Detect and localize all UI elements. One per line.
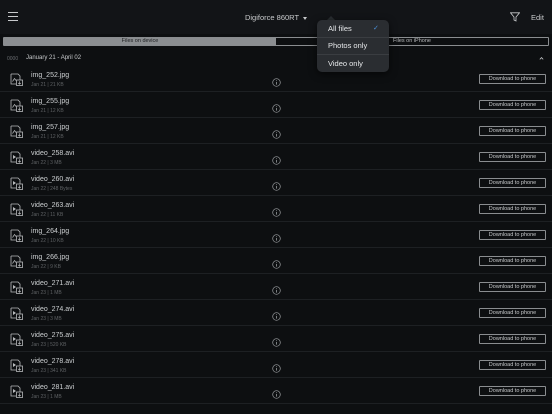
caret-down-icon bbox=[303, 16, 308, 20]
info-icon[interactable] bbox=[272, 178, 281, 191]
file-row[interactable]: video_275.avi Jan 23 | 520 KB Download to … bbox=[0, 326, 552, 352]
file-meta: Jan 22 | 9 KB bbox=[31, 264, 61, 270]
download-to-phone-button[interactable]: Download to phone bbox=[479, 360, 546, 370]
checkmark-icon: ✓ bbox=[373, 25, 379, 32]
info-icon[interactable] bbox=[272, 282, 281, 295]
download-to-phone-button[interactable]: Download to phone bbox=[479, 386, 546, 396]
download-to-phone-button[interactable]: Download to phone bbox=[479, 334, 546, 344]
file-name: video_258.avi bbox=[31, 150, 75, 157]
date-section-header[interactable]: 0000 January 21 - April 02 bbox=[0, 52, 552, 66]
filter-option-photos-only[interactable]: Photos only bbox=[328, 41, 367, 50]
file-list: img_252.jpg Jan 21 | 21 KB Download to pho… bbox=[0, 66, 552, 404]
info-icon[interactable] bbox=[272, 334, 281, 347]
download-to-phone-button[interactable]: Download to phone bbox=[479, 204, 546, 214]
file-name: video_274.avi bbox=[31, 306, 75, 313]
photo-file-icon bbox=[10, 124, 24, 138]
info-icon[interactable] bbox=[272, 308, 281, 321]
file-row[interactable]: video_263.avi Jan 22 | 11 KB Download to p… bbox=[0, 196, 552, 222]
download-to-phone-button[interactable]: Download to phone bbox=[479, 308, 546, 318]
file-meta: Jan 23 | 341 KB bbox=[31, 368, 67, 374]
info-icon[interactable] bbox=[272, 360, 281, 373]
file-meta: Jan 23 | 520 KB bbox=[31, 342, 67, 348]
file-row[interactable]: img_264.jpg Jan 22 | 10 KB Download to pho… bbox=[0, 222, 552, 248]
file-row[interactable]: img_255.jpg Jan 21 | 12 KB Download to pho… bbox=[0, 92, 552, 118]
filter-option-video-only[interactable]: Video only bbox=[328, 59, 363, 68]
divider bbox=[317, 54, 389, 55]
file-row[interactable]: video_278.avi Jan 23 | 341 KB Download to … bbox=[0, 352, 552, 378]
file-meta: Jan 21 | 12 KB bbox=[31, 108, 64, 114]
file-meta: Jan 21 | 12 KB bbox=[31, 134, 64, 140]
file-meta: Jan 22 | 248 Bytes bbox=[31, 186, 73, 192]
edit-button[interactable]: Edit bbox=[531, 13, 544, 22]
file-name: video_275.avi bbox=[31, 332, 75, 339]
device-selector[interactable]: Digiforce 860RT bbox=[0, 13, 552, 22]
file-meta: Jan 21 | 21 KB bbox=[31, 82, 64, 88]
video-file-icon bbox=[10, 280, 24, 294]
photo-file-icon bbox=[10, 254, 24, 268]
file-name: video_260.avi bbox=[31, 176, 75, 183]
download-to-phone-button[interactable]: Download to phone bbox=[479, 126, 546, 136]
file-row[interactable]: video_281.avi Jan 23 | 1 MB Download to ph… bbox=[0, 378, 552, 404]
file-meta: Jan 22 | 10 KB bbox=[31, 238, 64, 244]
download-to-phone-button[interactable]: Download to phone bbox=[479, 152, 546, 162]
divider bbox=[317, 37, 389, 38]
file-row[interactable]: img_257.jpg Jan 21 | 12 KB Download to pho… bbox=[0, 118, 552, 144]
file-row[interactable]: img_252.jpg Jan 21 | 21 KB Download to pho… bbox=[0, 66, 552, 92]
file-meta: Jan 23 | 1 MB bbox=[31, 394, 62, 400]
file-name: img_264.jpg bbox=[31, 228, 70, 235]
download-to-phone-button[interactable]: Download to phone bbox=[479, 282, 546, 292]
file-name: img_257.jpg bbox=[31, 124, 70, 131]
device-name: Digiforce 860RT bbox=[244, 13, 300, 22]
video-file-icon bbox=[10, 358, 24, 372]
file-name: img_252.jpg bbox=[31, 72, 70, 79]
file-meta: Jan 23 | 1 MB bbox=[31, 290, 62, 296]
info-icon[interactable] bbox=[272, 152, 281, 165]
filter-icon[interactable] bbox=[510, 12, 520, 22]
file-row[interactable]: video_271.avi Jan 23 | 1 MB Download to ph… bbox=[0, 274, 552, 300]
file-name: video_281.avi bbox=[31, 384, 75, 391]
file-name: video_278.avi bbox=[31, 358, 75, 365]
video-file-icon bbox=[10, 306, 24, 320]
photo-file-icon bbox=[10, 228, 24, 242]
filter-dropdown: All files ✓ Photos only Video only bbox=[317, 20, 389, 72]
video-file-icon bbox=[10, 384, 24, 398]
info-icon[interactable] bbox=[272, 204, 281, 217]
file-name: video_263.avi bbox=[31, 202, 75, 209]
tab-files-on-device[interactable]: Files on device bbox=[4, 38, 276, 45]
download-to-phone-button[interactable]: Download to phone bbox=[479, 178, 546, 188]
file-name: img_255.jpg bbox=[31, 98, 70, 105]
info-icon[interactable] bbox=[272, 100, 281, 113]
info-icon[interactable] bbox=[272, 74, 281, 87]
file-meta: Jan 22 | 3 MB bbox=[31, 160, 62, 166]
chevron-up-icon[interactable] bbox=[539, 56, 544, 61]
download-to-phone-button[interactable]: Download to phone bbox=[479, 256, 546, 266]
photo-file-icon bbox=[10, 72, 24, 86]
info-icon[interactable] bbox=[272, 256, 281, 269]
info-icon[interactable] bbox=[272, 126, 281, 139]
info-icon[interactable] bbox=[272, 230, 281, 243]
section-year: 0000 bbox=[7, 56, 19, 62]
video-file-icon bbox=[10, 150, 24, 164]
video-file-icon bbox=[10, 202, 24, 216]
source-segmented-control: Files on device Files on iPhone bbox=[3, 37, 549, 46]
video-file-icon bbox=[10, 176, 24, 190]
info-icon[interactable] bbox=[272, 386, 281, 399]
file-row[interactable]: video_258.avi Jan 22 | 3 MB Download to ph… bbox=[0, 144, 552, 170]
download-to-phone-button[interactable]: Download to phone bbox=[479, 74, 546, 84]
photo-file-icon bbox=[10, 98, 24, 112]
file-row[interactable]: video_274.avi Jan 23 | 3 MB Download to ph… bbox=[0, 300, 552, 326]
filter-option-all-files[interactable]: All files bbox=[328, 24, 352, 33]
file-name: video_271.avi bbox=[31, 280, 75, 287]
file-row[interactable]: img_266.jpg Jan 22 | 9 KB Download to phon… bbox=[0, 248, 552, 274]
section-title: January 21 - April 02 bbox=[26, 55, 82, 61]
file-row[interactable]: video_260.avi Jan 22 | 248 Bytes Download … bbox=[0, 170, 552, 196]
file-meta: Jan 23 | 3 MB bbox=[31, 316, 62, 322]
top-bar: Digiforce 860RT Edit bbox=[0, 0, 552, 34]
file-name: img_266.jpg bbox=[31, 254, 70, 261]
video-file-icon bbox=[10, 332, 24, 346]
download-to-phone-button[interactable]: Download to phone bbox=[479, 230, 546, 240]
download-to-phone-button[interactable]: Download to phone bbox=[479, 100, 546, 110]
file-meta: Jan 22 | 11 KB bbox=[31, 212, 64, 218]
